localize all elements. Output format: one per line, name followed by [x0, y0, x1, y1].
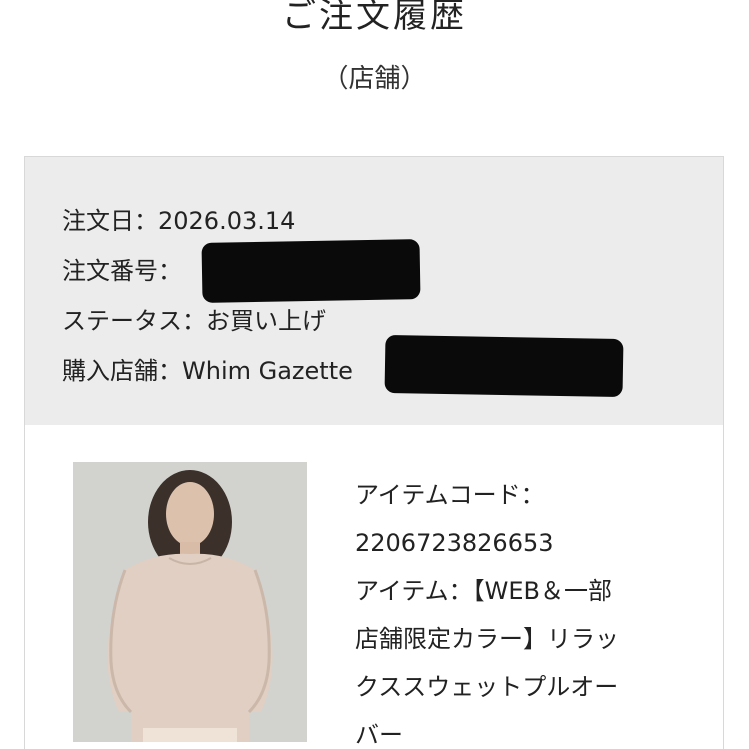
- item-name-line-1: アイテム：【WEB＆一部: [355, 567, 695, 615]
- page-subtitle: （店舗）: [322, 64, 427, 94]
- order-number-row: 注文番号：: [62, 251, 182, 286]
- order-number-redaction: [201, 239, 421, 303]
- order-status-value: お買い上げ: [206, 307, 326, 335]
- store-name-redaction: [384, 334, 624, 398]
- order-card: 注文日：2026.03.14 注文番号： ステータス：お買い上げ 購入店舗：Wh…: [24, 156, 724, 749]
- page-title: ご注文履歴: [282, 0, 467, 36]
- item-name-text: 【WEB＆一部: [472, 577, 612, 605]
- item-name-label: アイテム：: [355, 577, 473, 605]
- item-code-value: 2206723826653: [355, 529, 554, 557]
- order-number-label: 注文番号：: [62, 257, 182, 285]
- product-photo[interactable]: [73, 462, 307, 742]
- purchase-store-label: 購入店舗：: [62, 357, 182, 385]
- item-name-line-3: クススウェットプルオー: [355, 673, 619, 701]
- purchase-store-row: 購入店舗：Whim Gazette: [62, 351, 353, 386]
- purchase-store-value: Whim Gazette: [182, 357, 353, 385]
- item-name-line-4: バー: [355, 721, 403, 749]
- item-name-line-2: 店舗限定カラー】リラッ: [355, 625, 619, 653]
- order-date-label: 注文日：: [62, 207, 158, 235]
- order-date-row: 注文日：2026.03.14: [62, 201, 295, 236]
- item-details: アイテムコード： 2206723826653 アイテム：【WEB＆一部 店舗限定…: [355, 471, 695, 749]
- product-photo-illustration: [73, 462, 307, 742]
- item-code-label: アイテムコード：: [355, 481, 545, 509]
- order-summary: 注文日：2026.03.14 注文番号： ステータス：お買い上げ 購入店舗：Wh…: [25, 157, 723, 425]
- order-date-value: 2026.03.14: [158, 207, 296, 235]
- order-status-label: ステータス：: [62, 307, 206, 335]
- order-history-page: ご注文履歴 （店舗） 注文日：2026.03.14 注文番号： ステータス：お買…: [0, 0, 749, 749]
- order-status-row: ステータス：お買い上げ: [62, 301, 326, 336]
